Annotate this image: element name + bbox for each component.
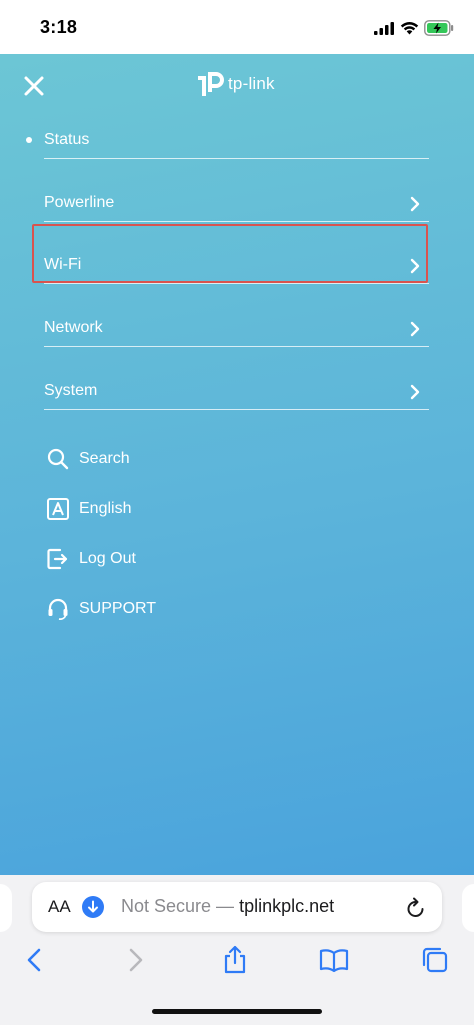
menu-item-label: System (44, 382, 98, 399)
menu-item-label: Status (44, 131, 90, 148)
search-label: Search (79, 450, 130, 467)
status-bar: 3:18 (0, 0, 474, 54)
bookmarks-icon[interactable] (319, 945, 349, 975)
router-menu-panel: tp-link Status Powerline Wi-Fi Network S… (0, 54, 474, 875)
logout-label: Log Out (79, 550, 136, 567)
chevron-right-icon (410, 196, 420, 212)
reload-icon[interactable] (404, 894, 428, 920)
divider (44, 221, 429, 222)
divider (44, 409, 429, 410)
url-display: Not Secure — tplinkplc.net (121, 896, 334, 917)
active-indicator-dot (26, 137, 32, 143)
close-icon[interactable] (22, 74, 46, 98)
support-label: SUPPORT (79, 600, 157, 617)
back-icon[interactable] (20, 945, 50, 975)
tabs-icon[interactable] (420, 945, 450, 975)
chevron-right-icon (410, 321, 420, 337)
url-host: tplinkplc.net (239, 896, 335, 916)
menu-item-label: Network (44, 319, 103, 336)
next-tab-preview[interactable] (462, 884, 474, 932)
cellular-signal-icon (374, 22, 394, 35)
browser-toolbar: AA Not Secure — tplinkplc.net (0, 875, 474, 1025)
forward-icon[interactable] (120, 945, 150, 975)
address-bar[interactable]: AA Not Secure — tplinkplc.net (32, 882, 442, 932)
reader-options-button[interactable]: AA (48, 897, 71, 917)
support-headset-icon (48, 598, 68, 620)
search-link[interactable]: Search (46, 445, 130, 473)
wifi-highlight-box (32, 224, 428, 283)
divider (44, 346, 429, 347)
search-icon (47, 448, 69, 470)
home-indicator (152, 1009, 322, 1014)
logout-link[interactable]: Log Out (46, 545, 136, 573)
wifi-icon (400, 22, 419, 35)
chevron-right-icon (410, 384, 420, 400)
logout-icon (47, 548, 68, 570)
menu-item-powerline[interactable]: Powerline (44, 182, 429, 222)
tp-link-logo: tp-link (190, 66, 290, 102)
security-label: Not Secure — (121, 896, 235, 916)
tp-link-logo-mark (198, 72, 224, 96)
previous-tab-preview[interactable] (0, 884, 12, 932)
menu-item-system[interactable]: System (44, 370, 429, 410)
menu-item-status[interactable]: Status (44, 119, 429, 159)
language-icon (47, 498, 69, 520)
divider (44, 283, 429, 284)
download-icon[interactable] (82, 896, 104, 918)
share-icon[interactable] (220, 945, 250, 975)
battery-charging-icon (424, 20, 454, 36)
clock: 3:18 (40, 17, 78, 37)
menu-item-network[interactable]: Network (44, 307, 429, 347)
language-selector[interactable]: English (46, 495, 131, 523)
divider (44, 158, 429, 159)
support-link[interactable]: SUPPORT (46, 595, 156, 623)
menu-item-label: Powerline (44, 194, 115, 211)
language-label: English (79, 500, 132, 517)
brand-name: tp-link (228, 74, 275, 93)
